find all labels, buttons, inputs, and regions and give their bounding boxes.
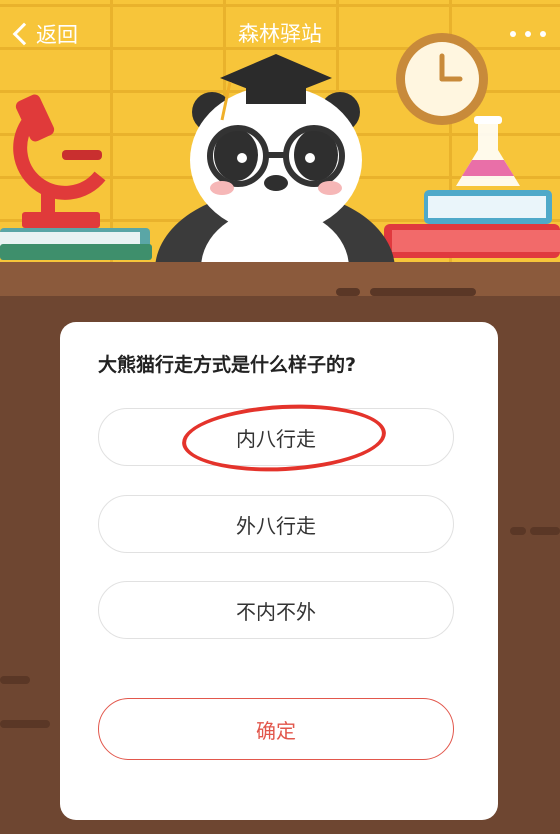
microscope-icon (0, 94, 152, 260)
desk-groove (370, 288, 476, 296)
desk-groove (530, 527, 560, 535)
top-navigation-bar: 返回 森林驿站 (0, 0, 560, 66)
page-title: 森林驿站 (238, 22, 322, 46)
more-button[interactable] (510, 20, 546, 48)
confirm-button[interactable]: 确定 (98, 698, 454, 760)
option-button-2[interactable]: 外八行走 (98, 495, 454, 553)
more-icon (510, 31, 516, 37)
desk-groove (0, 676, 30, 684)
question-text: 大熊猫行走方式是什么样子的? (98, 354, 357, 376)
option-button-3[interactable]: 不内不外 (98, 581, 454, 639)
option-button-1[interactable]: 内八行走 (98, 408, 454, 466)
quiz-card: 大熊猫行走方式是什么样子的? 内八行走 外八行走 不内不外 确定 (60, 322, 498, 820)
flask-icon (384, 116, 560, 258)
desk-top (0, 262, 560, 296)
desk-groove (336, 288, 360, 296)
desk-groove (510, 527, 526, 535)
desk-groove (0, 720, 50, 728)
